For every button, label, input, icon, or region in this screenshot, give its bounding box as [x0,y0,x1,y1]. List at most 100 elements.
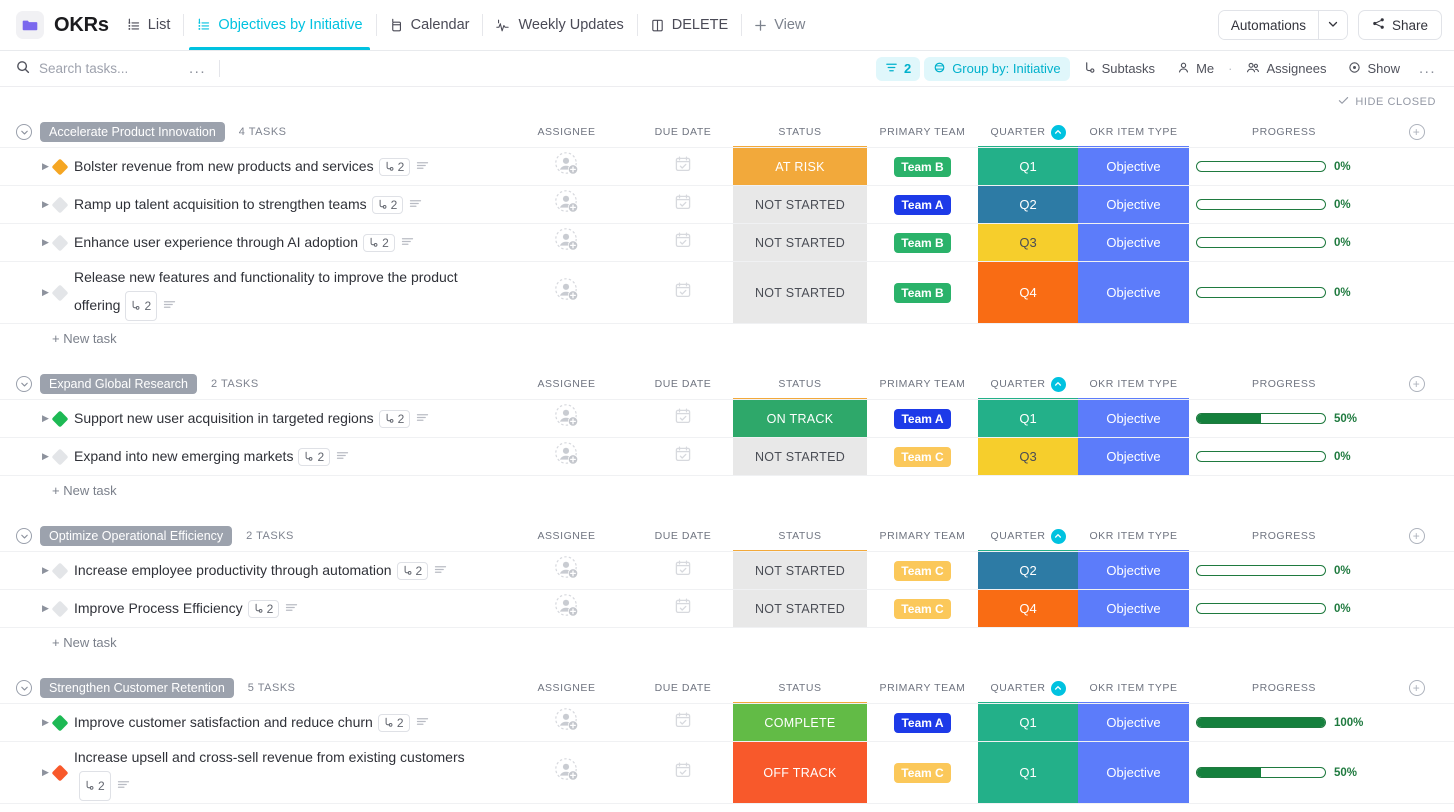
column-header-progress[interactable]: PROGRESS [1189,521,1379,551]
search-input[interactable] [39,61,189,76]
automations-button[interactable]: Automations [1218,11,1318,39]
expand-subtasks-caret[interactable]: ▶ [42,451,49,462]
progress-bar[interactable] [1196,287,1326,298]
quarter-cell[interactable]: Q1 [978,742,1078,803]
calendar-icon[interactable] [674,597,692,620]
status-cell[interactable]: COMPLETE [733,704,867,741]
add-assignee-icon[interactable] [554,757,580,788]
due-date-cell[interactable] [633,552,733,589]
add-assignee-icon[interactable] [554,441,580,472]
task-name-cell[interactable]: ▶ Increase upsell and cross-sell revenue… [0,742,500,803]
okr-item-type-cell[interactable]: Objective [1078,590,1189,627]
tab-calendar[interactable]: Calendar [375,0,483,50]
task-name-cell[interactable]: ▶ Improve Process Efficiency 2 [0,590,500,627]
quarter-cell[interactable]: Q2 [978,552,1078,589]
priority-diamond-icon[interactable] [51,764,69,781]
description-icon[interactable] [336,448,349,466]
due-date-cell[interactable] [633,148,733,185]
priority-diamond-icon[interactable] [51,234,69,251]
column-header-status[interactable]: STATUS [733,673,867,705]
primary-team-cell[interactable]: Team C [867,590,978,627]
subtask-count-badge[interactable]: 2 [371,195,404,214]
table-row[interactable]: ▶ Ramp up talent acquisition to strength… [0,185,1454,223]
assignee-cell[interactable] [500,186,633,223]
assignee-cell[interactable] [500,438,633,475]
subtask-count-badge[interactable]: 2 [378,409,411,428]
description-icon[interactable] [416,158,429,176]
group-collapse-toggle[interactable] [16,528,32,544]
column-header-progress[interactable]: PROGRESS [1189,369,1379,399]
column-header-team[interactable]: PRIMARY TEAM [867,117,978,147]
column-header-due[interactable]: DUE DATE [633,521,733,551]
priority-diamond-icon[interactable] [51,158,69,175]
task-name-cell[interactable]: ▶ Bolster revenue from new products and … [0,148,500,185]
primary-team-cell[interactable]: Team A [867,400,978,437]
group-name[interactable]: Accelerate Product Innovation [40,122,225,142]
okr-item-type-cell[interactable]: Objective [1078,438,1189,475]
priority-diamond-icon[interactable] [51,714,69,731]
subtask-count-badge[interactable]: 2 [396,561,429,580]
subtask-count-badge[interactable]: 2 [298,447,331,466]
progress-cell[interactable]: 100% [1189,704,1379,741]
add-assignee-icon[interactable] [554,593,580,624]
tab-weekly-updates[interactable]: Weekly Updates [482,0,636,50]
priority-diamond-icon[interactable] [51,196,69,213]
column-header-due[interactable]: DUE DATE [633,369,733,399]
progress-bar[interactable] [1196,717,1326,728]
description-icon[interactable] [416,410,429,428]
calendar-icon[interactable] [674,155,692,178]
add-assignee-icon[interactable] [554,227,580,258]
tab-delete[interactable]: DELETE [636,0,741,50]
primary-team-cell[interactable]: Team C [867,742,978,803]
okr-item-type-cell[interactable]: Objective [1078,186,1189,223]
column-header-assignee[interactable]: ASSIGNEE [500,117,633,147]
assignee-cell[interactable] [500,552,633,589]
search-more-button[interactable]: ... [189,60,206,77]
folder-icon[interactable] [16,11,44,39]
progress-bar[interactable] [1196,237,1326,248]
due-date-cell[interactable] [633,400,733,437]
priority-diamond-icon[interactable] [51,410,69,427]
column-header-progress[interactable]: PROGRESS [1189,673,1379,703]
okr-item-type-cell[interactable]: Objective [1078,262,1189,323]
status-cell[interactable]: NOT STARTED [733,262,867,323]
column-header-quarter[interactable]: QUARTER [978,369,1078,401]
okr-item-type-cell[interactable]: Objective [1078,148,1189,185]
tab-objectives-by-initiative[interactable]: Objectives by Initiative [183,0,375,50]
column-header-status[interactable]: STATUS [733,117,867,149]
primary-team-cell[interactable]: Team C [867,438,978,475]
subtask-count-badge[interactable]: 2 [378,157,411,176]
add-assignee-icon[interactable] [554,277,580,308]
due-date-cell[interactable] [633,186,733,223]
due-date-cell[interactable] [633,742,733,803]
column-header-quarter[interactable]: QUARTER [978,673,1078,705]
status-cell[interactable]: NOT STARTED [733,186,867,223]
priority-diamond-icon[interactable] [51,448,69,465]
assignee-cell[interactable] [500,590,633,627]
description-icon[interactable] [401,234,414,252]
sort-ascending-icon[interactable] [1050,124,1066,140]
primary-team-cell[interactable]: Team B [867,262,978,323]
group-by-chip[interactable]: Group by: Initiative [924,56,1070,81]
column-header-team[interactable]: PRIMARY TEAM [867,369,978,399]
due-date-cell[interactable] [633,704,733,741]
add-assignee-icon[interactable] [554,403,580,434]
status-cell[interactable]: NOT STARTED [733,224,867,261]
expand-subtasks-caret[interactable]: ▶ [42,767,49,778]
status-cell[interactable]: AT RISK [733,148,867,185]
progress-cell[interactable]: 0% [1189,552,1379,589]
add-column-button[interactable]: + [1408,376,1425,392]
calendar-icon[interactable] [674,559,692,582]
quarter-cell[interactable]: Q1 [978,704,1078,741]
description-icon[interactable] [434,562,447,580]
task-name-cell[interactable]: ▶ Improve customer satisfaction and redu… [0,704,500,741]
priority-diamond-icon[interactable] [51,284,69,301]
column-header-due[interactable]: DUE DATE [633,673,733,703]
add-column-button[interactable]: + [1408,528,1425,544]
new-task-button[interactable]: + New task [0,475,1454,505]
column-header-assignee[interactable]: ASSIGNEE [500,521,633,551]
quarter-cell[interactable]: Q1 [978,400,1078,437]
expand-subtasks-caret[interactable]: ▶ [42,413,49,424]
quarter-cell[interactable]: Q2 [978,186,1078,223]
expand-subtasks-caret[interactable]: ▶ [42,199,49,210]
